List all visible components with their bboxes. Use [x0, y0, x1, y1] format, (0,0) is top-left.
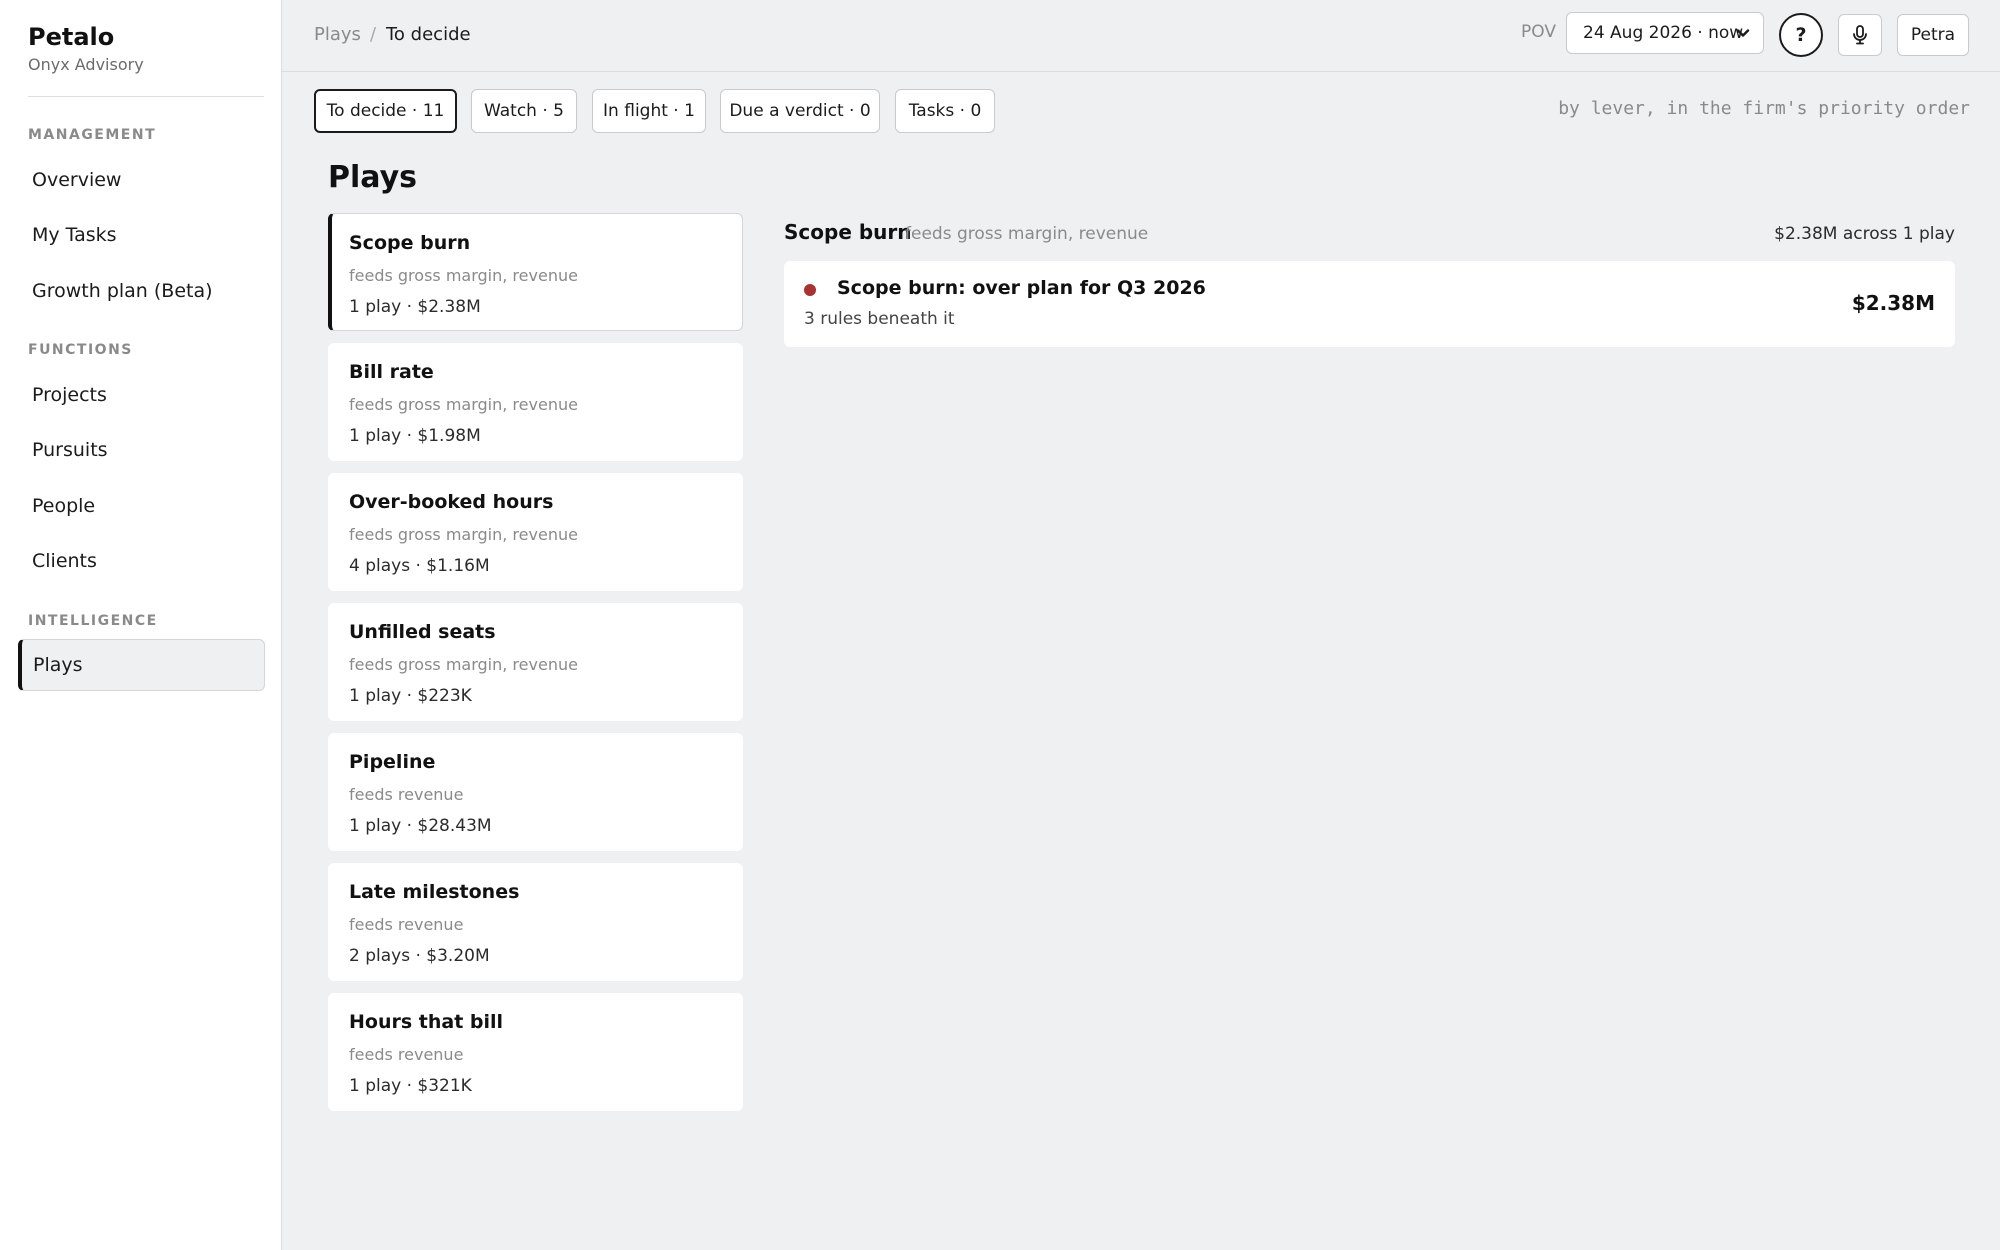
- lever-title: Pipeline: [349, 751, 436, 773]
- lever-feeds: feeds revenue: [349, 1045, 464, 1064]
- microphone-icon: [1853, 25, 1867, 45]
- section-label-intelligence: INTELLIGENCE: [28, 613, 158, 629]
- lever-meta: 2 plays · $3.20M: [349, 946, 490, 966]
- lever-feeds: feeds gross margin, revenue: [349, 525, 578, 544]
- lever-meta: 1 play · $2.38M: [349, 297, 481, 317]
- play-subtitle: 3 rules beneath it: [804, 309, 955, 329]
- lever-card-unfilled-seats[interactable]: Unfilled seats feeds gross margin, reven…: [328, 603, 743, 721]
- lever-card-over-booked-hours[interactable]: Over-booked hours feeds gross margin, re…: [328, 473, 743, 591]
- lever-meta: 4 plays · $1.16M: [349, 556, 490, 576]
- user-menu-button[interactable]: Petra: [1897, 14, 1969, 56]
- sidebar-item-pursuits[interactable]: Pursuits: [18, 424, 265, 476]
- lever-feeds: feeds gross margin, revenue: [349, 655, 578, 674]
- sidebar-item-people[interactable]: People: [18, 480, 265, 532]
- lever-feeds: feeds revenue: [349, 915, 464, 934]
- breadcrumb-separator: /: [370, 24, 377, 45]
- lever-title: Unfilled seats: [349, 621, 496, 643]
- lever-feeds: feeds gross margin, revenue: [349, 266, 578, 285]
- tab-due-a-verdict[interactable]: Due a verdict · 0: [720, 89, 880, 133]
- section-label-management: MANAGEMENT: [28, 127, 157, 143]
- lever-title: Late milestones: [349, 881, 520, 903]
- tab-tasks[interactable]: Tasks · 0: [895, 89, 995, 133]
- lever-card-late-milestones[interactable]: Late milestones feeds revenue 2 plays · …: [328, 863, 743, 981]
- sidebar-item-clients[interactable]: Clients: [18, 535, 265, 587]
- app-name: Petalo: [28, 23, 115, 51]
- lever-meta: 1 play · $321K: [349, 1076, 472, 1096]
- lever-title: Scope burn: [349, 232, 471, 254]
- sidebar: Petalo Onyx Advisory MANAGEMENT Overview…: [0, 0, 282, 1250]
- lever-meta: 1 play · $1.98M: [349, 426, 481, 446]
- lever-feeds: feeds gross margin, revenue: [349, 395, 578, 414]
- lever-feeds: feeds revenue: [349, 785, 464, 804]
- pov-select[interactable]: 24 Aug 2026 · now: [1566, 12, 1764, 54]
- lever-card-hours-that-bill[interactable]: Hours that bill feeds revenue 1 play · $…: [328, 993, 743, 1111]
- page-title: Plays: [328, 160, 418, 195]
- pov-value: 24 Aug 2026 · now: [1583, 23, 1744, 43]
- play-card[interactable]: Scope burn: over plan for Q3 2026 3 rule…: [784, 261, 1955, 347]
- divider: [28, 96, 264, 97]
- lever-title: Hours that bill: [349, 1011, 504, 1033]
- detail-feeds: feeds gross margin, revenue: [905, 224, 1149, 244]
- play-title: Scope burn: over plan for Q3 2026: [837, 277, 1206, 299]
- top-bar: Plays / To decide POV 24 Aug 2026 · now …: [282, 0, 2000, 72]
- play-amount: $2.38M: [1851, 291, 1935, 315]
- sidebar-item-projects[interactable]: Projects: [18, 369, 265, 421]
- tab-in-flight[interactable]: In flight · 1: [592, 89, 706, 133]
- tab-watch[interactable]: Watch · 5: [471, 89, 577, 133]
- lever-card-pipeline[interactable]: Pipeline feeds revenue 1 play · $28.43M: [328, 733, 743, 851]
- detail-total: $2.38M across 1 play: [1774, 224, 1955, 244]
- lever-title: Over-booked hours: [349, 491, 554, 513]
- section-label-functions: FUNCTIONS: [28, 342, 133, 358]
- breadcrumb-current: To decide: [386, 24, 471, 45]
- tab-to-decide[interactable]: To decide · 11: [314, 89, 457, 133]
- lever-card-bill-rate[interactable]: Bill rate feeds gross margin, revenue 1 …: [328, 343, 743, 461]
- lever-card-scope-burn[interactable]: Scope burn feeds gross margin, revenue 1…: [328, 213, 743, 331]
- breadcrumb-root[interactable]: Plays: [314, 24, 361, 46]
- sidebar-item-overview[interactable]: Overview: [18, 154, 265, 206]
- sidebar-item-my-tasks[interactable]: My Tasks: [18, 209, 265, 261]
- lever-meta: 1 play · $223K: [349, 686, 472, 706]
- brand: Petalo Onyx Advisory: [28, 22, 268, 76]
- status-dot: [804, 284, 816, 296]
- org-name: Onyx Advisory: [28, 55, 144, 74]
- detail-title: Scope burn: [784, 220, 912, 244]
- lever-title: Bill rate: [349, 361, 434, 383]
- chevron-down-icon: [1736, 29, 1750, 37]
- lever-meta: 1 play · $28.43M: [349, 816, 492, 836]
- sidebar-item-growth-plan[interactable]: Growth plan (Beta): [18, 265, 265, 317]
- help-button[interactable]: ?: [1779, 13, 1823, 57]
- microphone-button[interactable]: [1838, 14, 1882, 56]
- pov-label: POV: [1521, 22, 1556, 42]
- sidebar-item-plays[interactable]: Plays: [18, 639, 265, 691]
- priority-note: by lever, in the firm's priority order: [1558, 98, 1970, 119]
